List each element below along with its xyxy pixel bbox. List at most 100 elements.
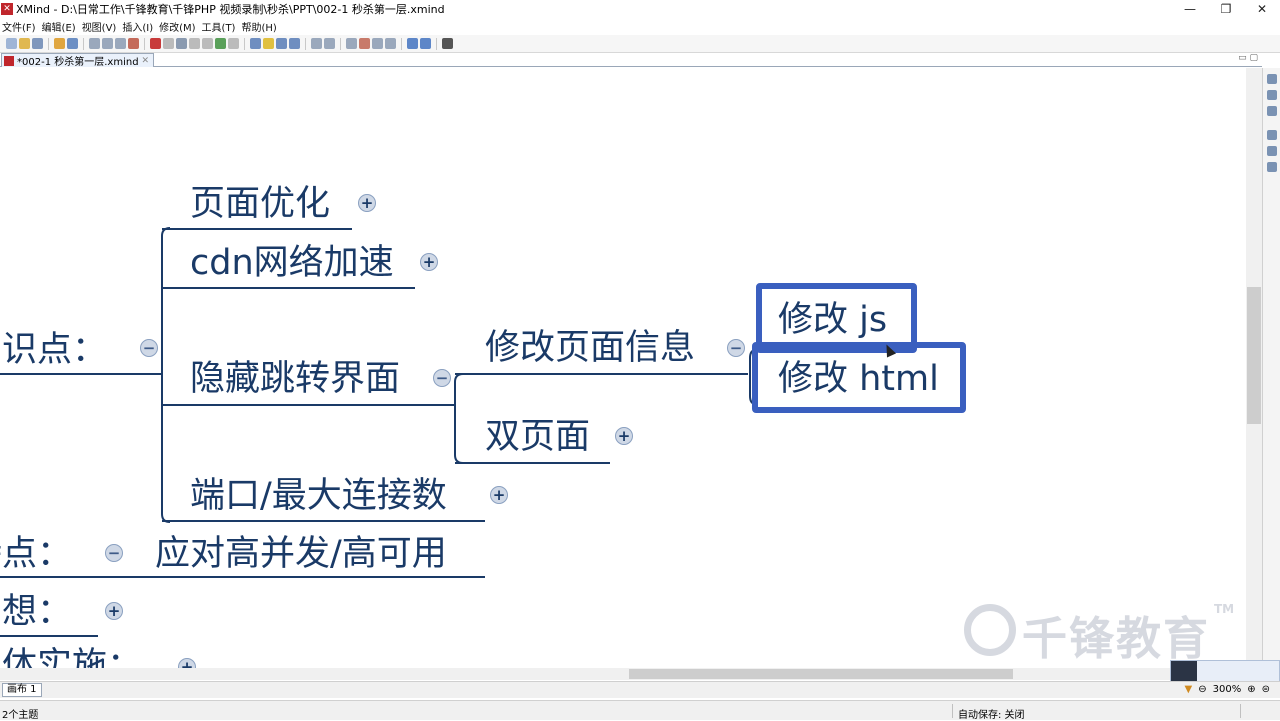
menu-help[interactable]: 帮助(H) [239, 19, 280, 34]
expand-idea-icon[interactable]: + [105, 602, 123, 620]
relationship-icon[interactable] [128, 38, 139, 49]
vertical-scrollbar[interactable] [1246, 68, 1262, 668]
modify-js-topic[interactable]: 修改 js [778, 300, 887, 340]
hidden-jump-topic[interactable]: 隐藏跳转界面 [190, 359, 400, 399]
double-page-topic[interactable]: 双页面 [485, 417, 590, 457]
topic-icon[interactable] [89, 38, 100, 49]
toolbar-separator [244, 37, 245, 50]
minimize-maximize-editor-icon[interactable]: ▭ ▢ [1238, 53, 1258, 63]
settings-gear-icon[interactable] [442, 38, 453, 49]
menu-file[interactable]: 文件(F) [0, 19, 40, 34]
features-value-topic[interactable]: 应对高并发/高可用 [155, 534, 447, 574]
title-bar: ✕ XMind - D:\日常工作\千锋教育\千锋PHP 视频录制\秒杀\PPT… [0, 0, 1280, 17]
expand-port-icon[interactable]: + [490, 486, 508, 504]
subtopic-icon[interactable] [102, 38, 113, 49]
attachment-icon[interactable] [176, 38, 187, 49]
outline-icon[interactable] [289, 38, 300, 49]
modify-page-info-topic[interactable]: 修改页面信息 [485, 328, 695, 368]
marker-flag-icon[interactable] [150, 38, 161, 49]
boundary-icon[interactable] [189, 38, 200, 49]
zoom-fit-icon[interactable]: ⊜ [1262, 684, 1270, 695]
notes-panel-icon[interactable] [1266, 146, 1277, 156]
menu-modify[interactable]: 修改(M) [157, 19, 199, 34]
expand-cdn-icon[interactable]: + [420, 253, 438, 271]
toolbar-separator [144, 37, 145, 50]
theme-icon[interactable] [372, 38, 383, 49]
collapse-knowledge-icon[interactable]: − [140, 339, 158, 357]
sheet-tab[interactable]: 画布 1 [2, 683, 42, 697]
zoom-in-icon[interactable]: ⊕ [1247, 684, 1255, 695]
print-icon[interactable] [324, 38, 335, 49]
outline-panel-icon[interactable] [1266, 90, 1277, 100]
minimize-button[interactable]: — [1172, 1, 1208, 17]
port-topic[interactable]: 端口/最大连接数 [190, 476, 447, 516]
markers-icon[interactable] [1266, 130, 1277, 140]
document-tab-label: *002-1 秒杀第一层.xmind [17, 57, 139, 68]
features-topic[interactable]: 特点： [0, 534, 72, 574]
search-icon[interactable] [1266, 106, 1277, 116]
zoom-level: 300% [1212, 684, 1242, 695]
implement-topic[interactable]: 具体实施： [0, 646, 142, 668]
zoom-controls: ▼ ⊖ 300% ⊕ ⊜ [1185, 684, 1270, 695]
hyperlink-icon[interactable] [215, 38, 226, 49]
restore-button[interactable]: ❐ [1208, 1, 1244, 17]
knowledge-bracket [161, 227, 171, 523]
sheet-bar: 画布 1 ▼ ⊖ 300% ⊕ ⊜ [0, 681, 1280, 698]
style-icon[interactable] [359, 38, 370, 49]
presentation-icon[interactable] [250, 38, 261, 49]
expand-page-optimize-icon[interactable]: + [358, 194, 376, 212]
upload-icon[interactable] [420, 38, 431, 49]
collapse-modify-page-info-icon[interactable]: − [727, 339, 745, 357]
collapse-features-icon[interactable]: − [105, 544, 123, 562]
editor-tab-bar: *002-1 秒杀第一层.xmind ✕ ▭ ▢ [0, 53, 1262, 68]
right-side-panel [1262, 68, 1280, 678]
mindmap-canvas[interactable]: 知识点： − 特点： − 应对高并发/高可用 构想： + 具体实施： + 页面优… [0, 68, 1262, 668]
zoom-out-icon[interactable]: ⊖ [1198, 684, 1206, 695]
close-tab-icon[interactable]: ✕ [142, 56, 150, 66]
watermark-logo-icon [964, 604, 1016, 656]
layout-icon[interactable] [346, 38, 357, 49]
close-button[interactable]: ✕ [1244, 1, 1280, 17]
status-bar: 2个主题 自动保存: 关闭 [0, 700, 1280, 721]
redo-icon[interactable] [67, 38, 78, 49]
document-tab[interactable]: *002-1 秒杀第一层.xmind ✕ [1, 53, 155, 68]
status-divider [952, 704, 953, 718]
menu-tools[interactable]: 工具(T) [200, 19, 240, 34]
save-icon[interactable] [32, 38, 43, 49]
xmind-file-icon [4, 55, 14, 66]
notes-icon[interactable] [228, 38, 239, 49]
overview-icon[interactable] [1266, 162, 1277, 172]
horizontal-scroll-thumb[interactable] [629, 669, 1013, 679]
toolbar-separator [83, 37, 84, 50]
menu-edit[interactable]: 编辑(E) [40, 19, 80, 34]
expand-double-page-icon[interactable]: + [615, 427, 633, 445]
watermark-text: 千锋教育 [1022, 612, 1211, 665]
vertical-scroll-thumb[interactable] [1247, 287, 1261, 424]
image-icon[interactable] [163, 38, 174, 49]
export-icon[interactable] [311, 38, 322, 49]
collapse-hidden-jump-icon[interactable]: − [433, 369, 451, 387]
toolbar-separator [48, 37, 49, 50]
open-folder-icon[interactable] [19, 38, 30, 49]
summary-icon[interactable] [202, 38, 213, 49]
modify-html-topic[interactable]: 修改 html [778, 359, 939, 399]
menu-view[interactable]: 视图(V) [80, 19, 121, 34]
idea-topic[interactable]: 构想： [0, 592, 72, 632]
knowledge-topic[interactable]: 知识点： [0, 330, 107, 370]
horizontal-scrollbar[interactable] [0, 668, 1246, 680]
undo-icon[interactable] [54, 38, 65, 49]
brainstorm-icon[interactable] [263, 38, 274, 49]
zoom-icon[interactable] [385, 38, 396, 49]
page-optimize-topic[interactable]: 页面优化 [190, 184, 330, 224]
toolbar-separator [305, 37, 306, 50]
toolbar [0, 35, 1280, 53]
menu-insert[interactable]: 插入(I) [120, 19, 157, 34]
gantt-icon[interactable] [276, 38, 287, 49]
share-icon[interactable] [407, 38, 418, 49]
cdn-topic[interactable]: cdn网络加速 [190, 243, 394, 283]
callout-icon[interactable] [115, 38, 126, 49]
properties-icon[interactable] [1266, 74, 1277, 84]
filter-icon[interactable]: ▼ [1185, 684, 1193, 695]
new-file-icon[interactable] [6, 38, 17, 49]
autosave-status[interactable]: 自动保存: 关闭 [958, 706, 1025, 721]
